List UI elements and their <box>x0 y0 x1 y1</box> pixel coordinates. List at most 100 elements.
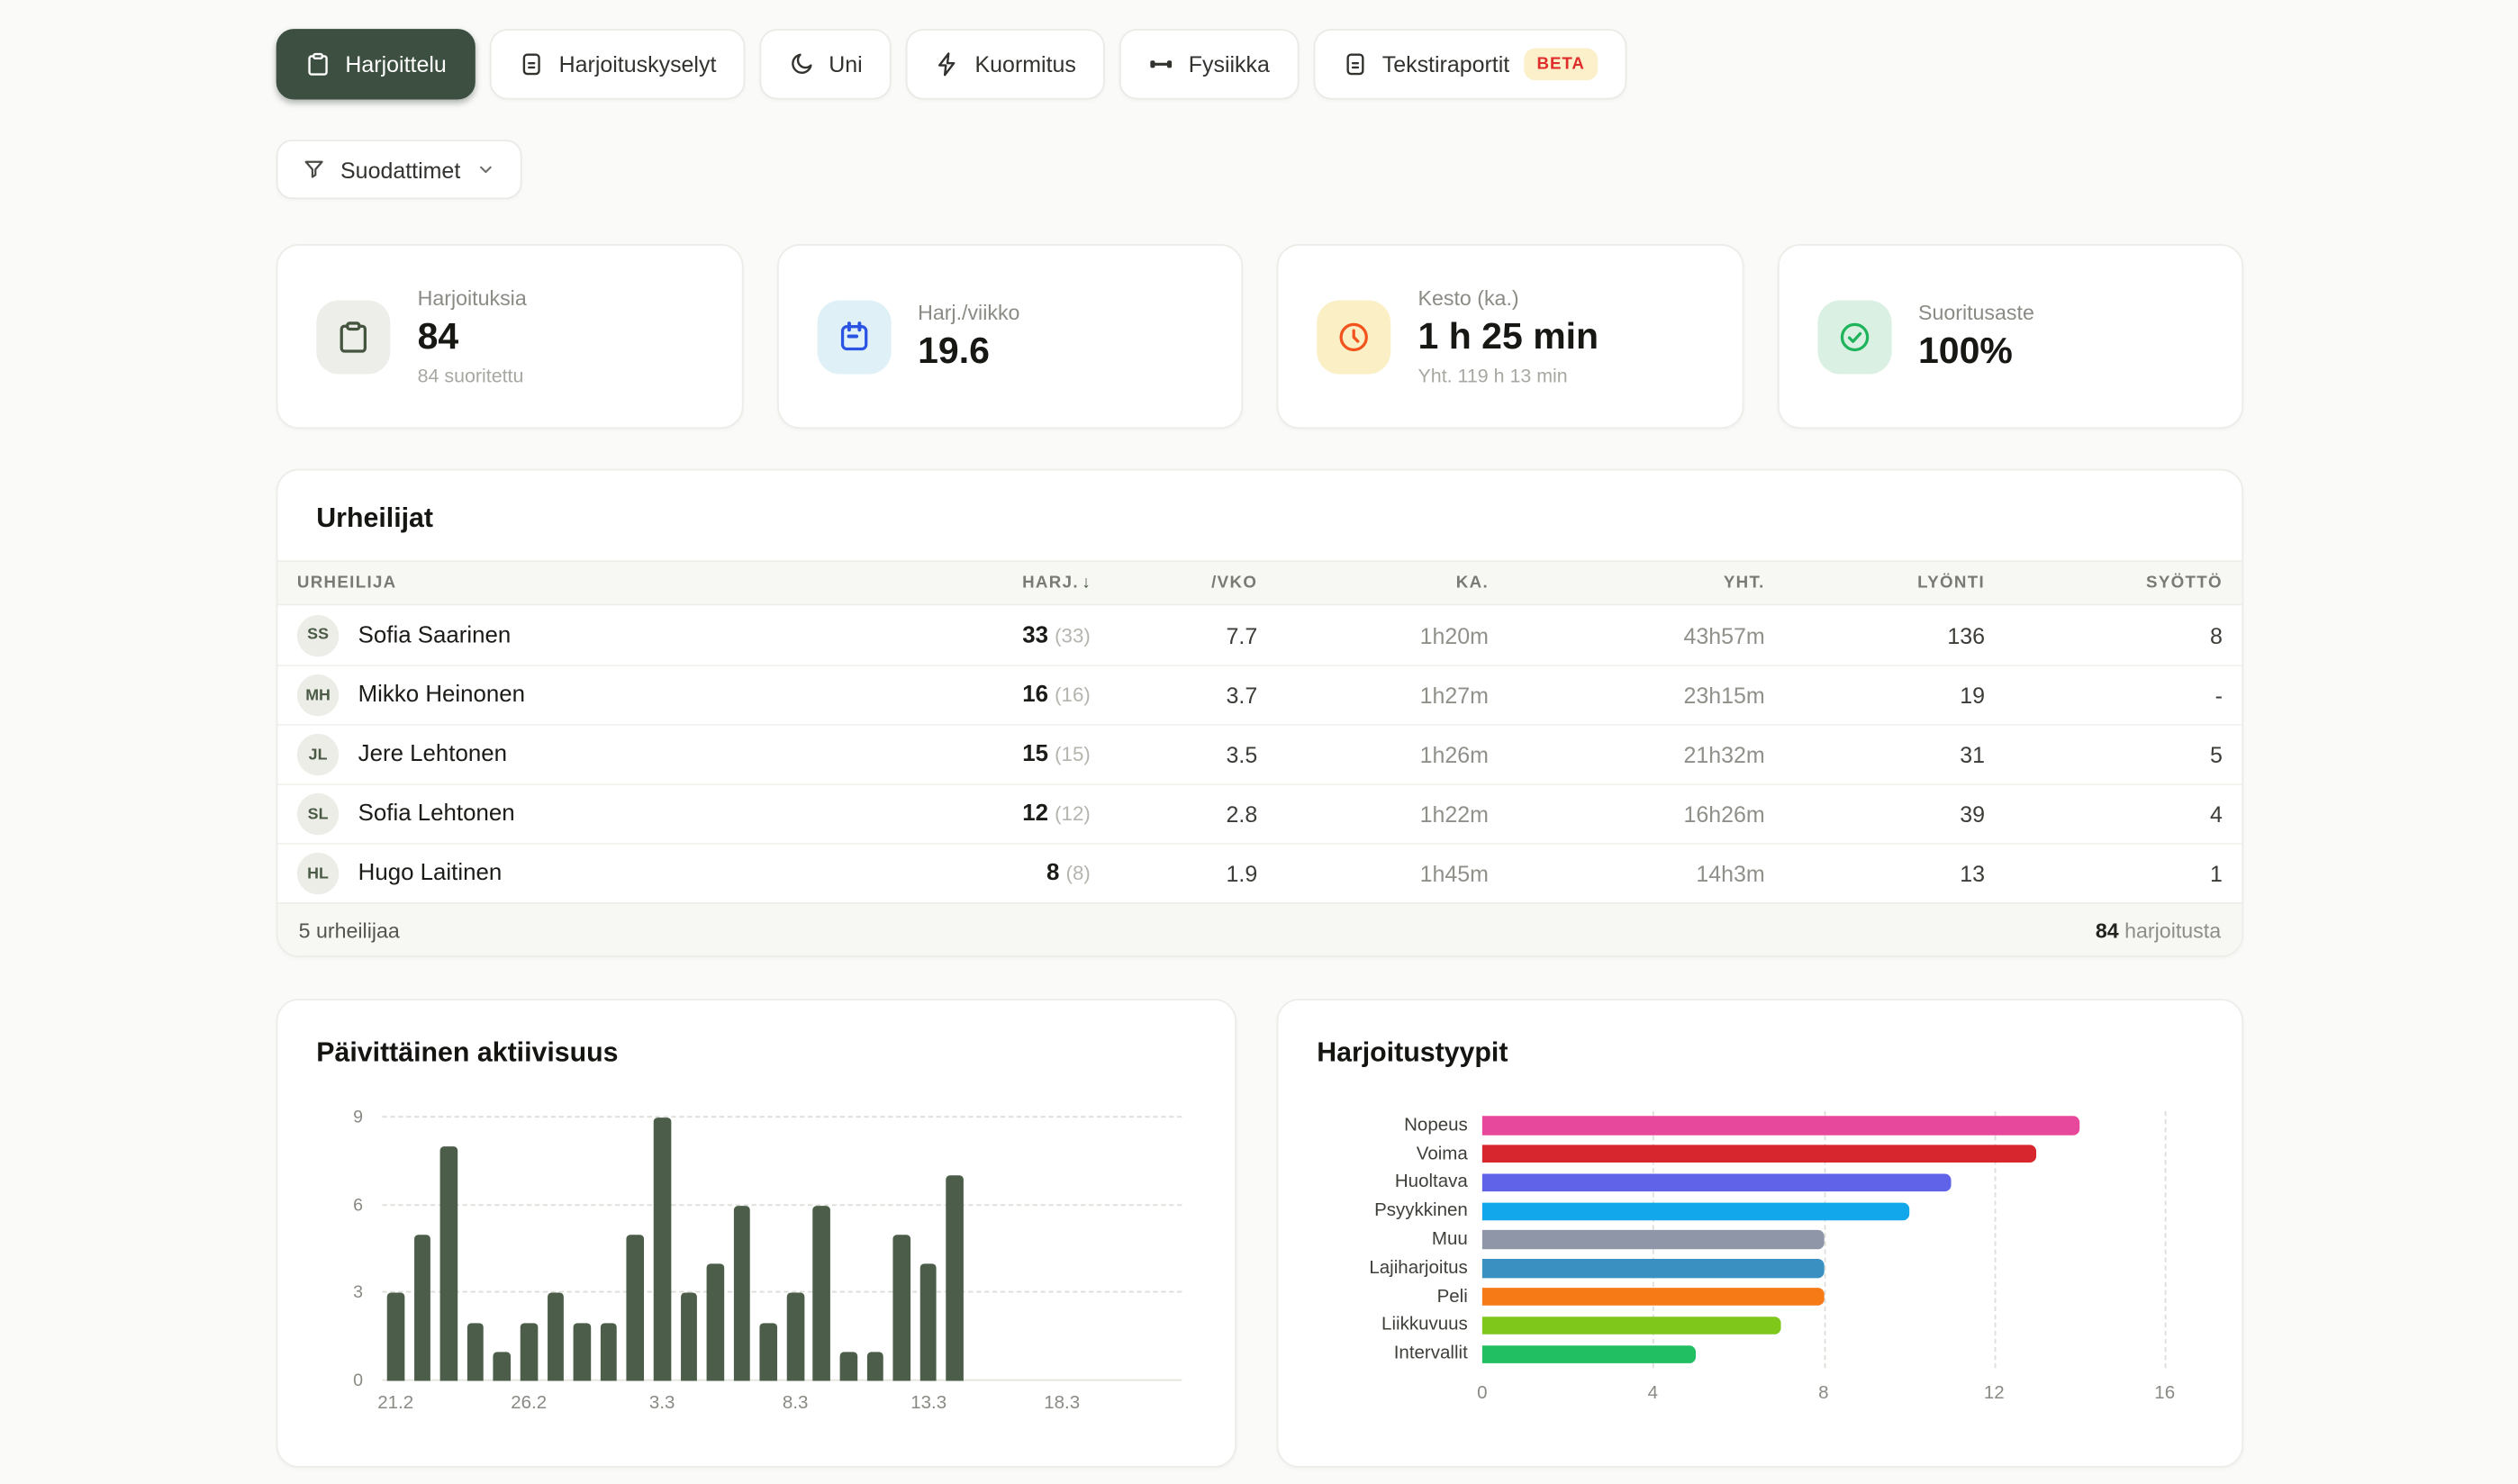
daily-bar[interactable] <box>413 1235 430 1380</box>
tab-fysiikka[interactable]: Fysiikka <box>1119 29 1299 99</box>
column-header-sy-tt[interactable]: SYÖTTÖ <box>1985 574 2223 593</box>
y-tick-label: 6 <box>353 1196 363 1215</box>
avg-duration: 1h27m <box>1257 683 1489 709</box>
tab-harjoittelu[interactable]: Harjoittelu <box>276 29 476 99</box>
column-header-urheilija[interactable]: URHEILIJA <box>297 574 898 593</box>
avatar: SL <box>297 793 339 835</box>
table-body: SS Sofia Saarinen 33(33) 7.7 1h20m 43h57… <box>277 605 2242 902</box>
athlete-count: 5 urheilijaa <box>299 918 400 942</box>
table-row-sofia-saarinen[interactable]: SS Sofia Saarinen 33(33) 7.7 1h20m 43h57… <box>277 605 2242 665</box>
daily-activity-chart: 036921.226.23.38.313.318.3 <box>382 1118 1182 1380</box>
tab-label: Tekstiraportit <box>1382 51 1510 77</box>
x-tick-label: 3.3 <box>649 1394 675 1413</box>
daily-bar[interactable] <box>813 1206 830 1381</box>
tab-label: Kuormitus <box>975 51 1076 77</box>
stat-cards: Harjoituksia 84 84 suoritettu Harj./viik… <box>276 244 2243 429</box>
tab-label: Harjoituskyselyt <box>559 51 717 77</box>
tab-kuormitus[interactable]: Kuormitus <box>906 29 1105 99</box>
tab-tekstiraportit[interactable]: Tekstiraportit BETA <box>1313 29 1626 99</box>
total-duration: 23h15m <box>1489 683 1765 709</box>
type-bar-psyykkinen[interactable] <box>1482 1202 1909 1221</box>
athletes-card: Urheilijat URHEILIJA HARJ.↓ /VKO KA. YHT… <box>276 469 2243 957</box>
file-text-icon <box>1342 51 1368 77</box>
column-header-harj[interactable]: HARJ.↓ <box>898 574 1091 593</box>
table-row-hugo-laitinen[interactable]: HL Hugo Laitinen 8(8) 1.9 1h45m 14h3m 13… <box>277 843 2242 902</box>
stat-card-suoritusaste: Suoritusaste 100% <box>1777 244 2243 429</box>
total-duration: 16h26m <box>1489 801 1765 828</box>
daily-bar[interactable] <box>760 1323 777 1381</box>
x-tick-label: 13.3 <box>910 1394 947 1413</box>
sort-desc-icon: ↓ <box>1082 574 1090 593</box>
filters-button[interactable]: Suodattimet <box>276 140 521 199</box>
tab-harjoituskyselyt[interactable]: Harjoituskyselyt <box>490 29 746 99</box>
harj-count: 12 <box>1022 801 1048 828</box>
category-label: Liikkuvuus <box>1317 1311 1482 1340</box>
category-label: Muu <box>1317 1226 1482 1254</box>
column-header-ka[interactable]: KA. <box>1257 574 1489 593</box>
category-label: Voima <box>1317 1140 1482 1169</box>
daily-bar[interactable] <box>866 1352 883 1380</box>
type-bar-muu[interactable] <box>1482 1230 1824 1249</box>
x-tick-label: 21.2 <box>377 1394 413 1413</box>
column-header-ly-nti[interactable]: LYÖNTI <box>1765 574 1985 593</box>
harj-completed: (12) <box>1055 803 1091 826</box>
harj-completed: (15) <box>1055 744 1091 766</box>
stat-value: 100% <box>1918 330 2034 372</box>
daily-bar[interactable] <box>600 1323 617 1381</box>
daily-bar[interactable] <box>680 1293 697 1380</box>
check-circle-icon <box>1817 300 1891 374</box>
lightning-icon <box>935 51 961 77</box>
daily-bar[interactable] <box>733 1206 750 1381</box>
table-row-mikko-heinonen[interactable]: MH Mikko Heinonen 16(16) 3.7 1h27m 23h15… <box>277 665 2242 724</box>
per-week: 3.7 <box>1091 683 1257 709</box>
type-bar-liikkuvuus[interactable] <box>1482 1317 1781 1335</box>
daily-bar[interactable] <box>440 1147 457 1381</box>
category-label: Lajiharjoitus <box>1317 1254 1482 1283</box>
lyonti-count: 31 <box>1765 742 1985 768</box>
total-duration: 43h57m <box>1489 622 1765 648</box>
daily-bars <box>382 1118 1182 1380</box>
daily-bar[interactable] <box>947 1176 964 1380</box>
daily-bar[interactable] <box>494 1352 511 1380</box>
column-header-yht[interactable]: YHT. <box>1489 574 1765 593</box>
tab-uni[interactable]: Uni <box>760 29 892 99</box>
type-bar-peli[interactable] <box>1482 1288 1824 1307</box>
daily-bar[interactable] <box>654 1118 671 1380</box>
daily-bar[interactable] <box>840 1352 857 1380</box>
clipboard-icon <box>305 51 331 77</box>
stat-label: Kesto (ka.) <box>1418 286 1599 311</box>
filter-row: Suodattimet <box>276 140 2243 199</box>
category-label: Psyykkinen <box>1317 1197 1482 1226</box>
daily-bar[interactable] <box>787 1293 804 1380</box>
lyonti-count: 136 <box>1765 622 1985 648</box>
athlete-name: Mikko Heinonen <box>358 683 525 709</box>
moon-icon <box>789 51 815 77</box>
avg-duration: 1h26m <box>1257 742 1489 768</box>
daily-bar[interactable] <box>387 1293 404 1380</box>
type-bar-nopeus[interactable] <box>1482 1117 2079 1136</box>
daily-bar[interactable] <box>893 1235 910 1380</box>
daily-bar[interactable] <box>920 1264 937 1381</box>
gridline <box>2165 1111 2167 1369</box>
daily-bar[interactable] <box>547 1293 564 1380</box>
daily-bar[interactable] <box>521 1323 538 1381</box>
type-bar-huoltava[interactable] <box>1482 1173 1952 1192</box>
y-tick-label: 9 <box>353 1108 363 1127</box>
type-bar-intervallit[interactable] <box>1482 1344 1696 1363</box>
table-row-jere-lehtonen[interactable]: JL Jere Lehtonen 15(15) 3.5 1h26m 21h32m… <box>277 724 2242 783</box>
daily-bar[interactable] <box>707 1264 724 1381</box>
type-bar-voima[interactable] <box>1482 1145 2037 1163</box>
daily-bar[interactable] <box>574 1323 591 1381</box>
stat-card-kesto-ka: Kesto (ka.) 1 h 25 min Yht. 119 h 13 min <box>1277 244 1744 429</box>
x-tick-label: 0 <box>1477 1384 1487 1403</box>
avatar: JL <box>297 734 339 775</box>
x-tick-label: 16 <box>2154 1384 2175 1403</box>
athlete-name: Hugo Laitinen <box>358 861 503 887</box>
x-tick-label: 26.2 <box>511 1394 547 1413</box>
syotto-count: 8 <box>1985 622 2223 648</box>
type-bar-lajiharjoitus[interactable] <box>1482 1259 1824 1278</box>
daily-bar[interactable] <box>466 1323 484 1381</box>
table-row-sofia-lehtonen[interactable]: SL Sofia Lehtonen 12(12) 2.8 1h22m 16h26… <box>277 783 2242 843</box>
daily-bar[interactable] <box>627 1235 644 1380</box>
column-header-vko[interactable]: /VKO <box>1091 574 1257 593</box>
